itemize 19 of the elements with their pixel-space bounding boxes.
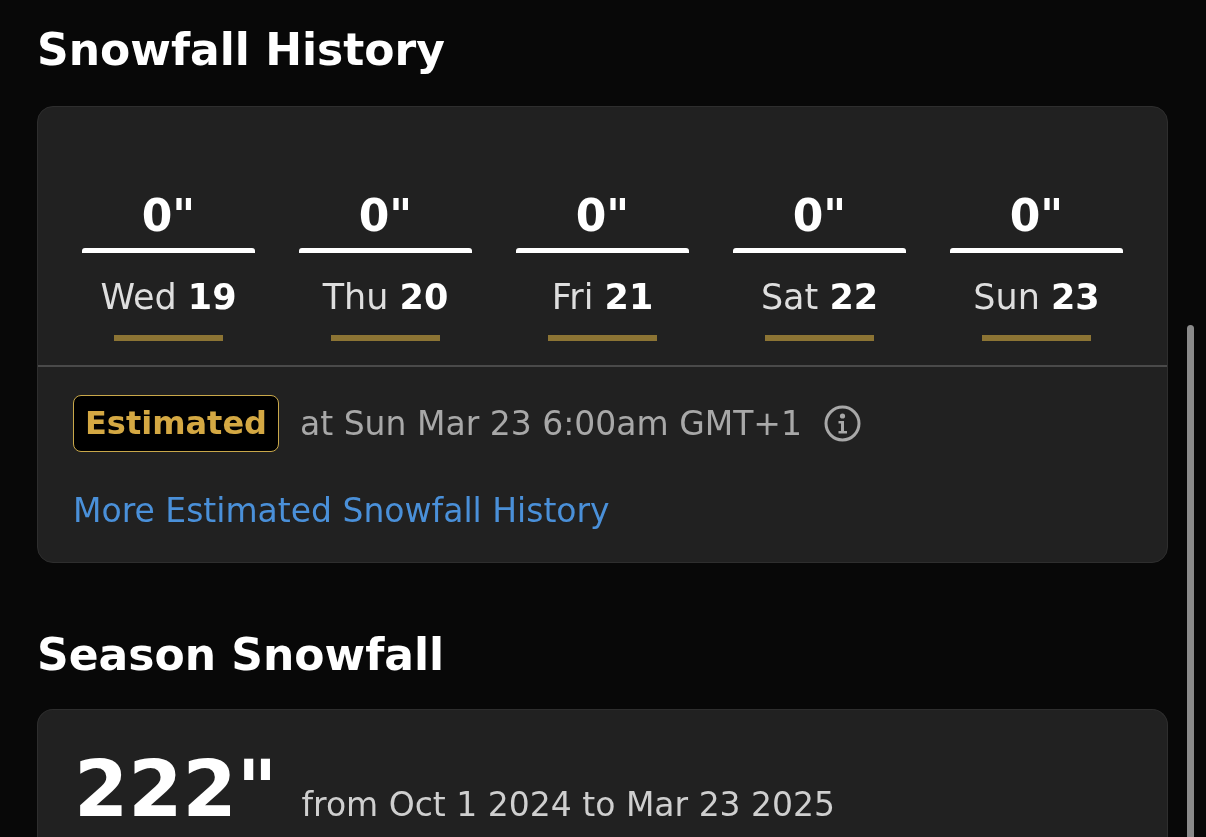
estimated-badge: Estimated <box>73 395 279 452</box>
timestamp-text: at Sun Mar 23 6:00am GMT+1 <box>300 403 802 444</box>
snowfall-amount: 0" <box>358 191 413 241</box>
day-label: Sat 22 <box>760 276 879 319</box>
scrollbar-thumb[interactable] <box>1187 325 1194 837</box>
day-label: Thu 20 <box>322 276 449 319</box>
snowfall-amount: 0" <box>141 191 196 241</box>
day-label: Fri 21 <box>551 276 654 319</box>
snowfall-amount: 0" <box>575 191 630 241</box>
day-label: Wed 19 <box>100 276 237 319</box>
section-heading: Season Snowfall <box>37 628 445 682</box>
snowfall-amount: 0" <box>1009 191 1064 241</box>
season-range: from Oct 1 2024 to Mar 23 2025 <box>301 784 836 826</box>
day-label: Sun 23 <box>973 276 1100 319</box>
snowfall-amount: 0" <box>792 191 847 241</box>
info-icon[interactable] <box>824 405 861 442</box>
season-total: 222" <box>74 744 278 834</box>
section-heading: Snowfall History <box>37 23 445 77</box>
history-link[interactable]: More Estimated Snowfall History <box>73 491 610 530</box>
